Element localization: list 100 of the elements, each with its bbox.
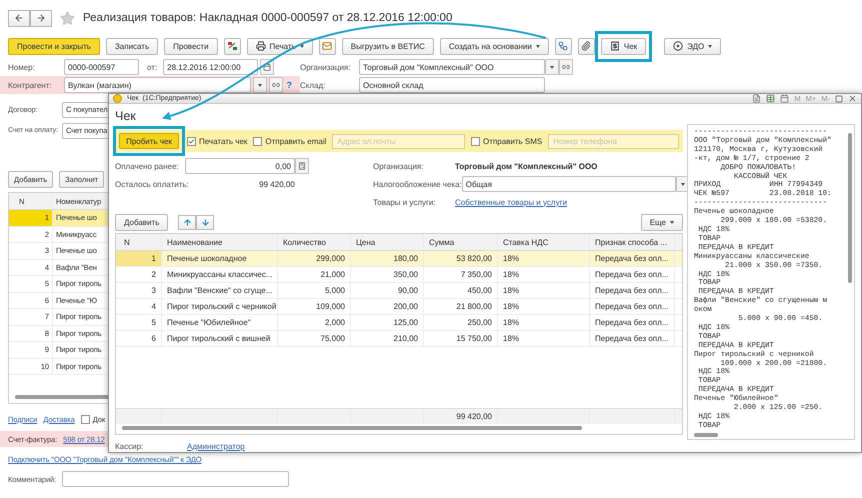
table-cell: 15 750,00 [424,331,498,346]
checkbox[interactable] [80,414,90,424]
paperclip-icon[interactable] [578,38,595,54]
table-row[interactable]: 4 Пирог тирольский с черникой 109,000 200,00 21 800,00 18% Передача без опл... [116,299,682,315]
field-label: Осталось оплатить: [115,180,189,188]
table-cell: Миникруассаны классичес... [162,267,278,282]
table-cell: 125,00 [351,315,424,330]
paid-field[interactable]: 0,00 [185,158,295,174]
table-cell: 210,00 [351,331,424,346]
toolbar-button[interactable]: Создать на основании [440,38,549,54]
total-cell: 99 420,00 [424,409,498,424]
dropdown-button[interactable] [545,59,559,75]
toolbar-button[interactable]: ЭДО [664,38,722,54]
column-header: Признак способа ... [590,234,675,250]
checkbox[interactable] [471,136,480,146]
table-cell: 75,000 [278,331,351,346]
caret-icon [550,66,554,68]
table-cell: 18% [498,315,590,330]
comment-field[interactable] [62,471,289,487]
cashier-link[interactable]: Администратор [187,442,245,450]
toolbar-button[interactable]: Провести [164,38,218,54]
checkbox[interactable] [253,136,262,146]
calendar-icon[interactable] [780,94,790,103]
date-field[interactable]: 28.12.2016 12:00:00 [163,59,258,75]
table-row[interactable]: 6 Пирог тирольский с вишней 75,000 210,00 15 750,00 18% Передача без опл... [116,331,682,347]
forward-button[interactable] [30,10,52,26]
arrow-up-icon [182,218,192,226]
table-row[interactable]: 5 Печенье "Юбилейное" 2,000 125,00 250,00 18% Передача без опл... [116,315,682,331]
open-link-button[interactable] [268,77,282,93]
toolbar-button[interactable]: Записать [106,38,158,54]
checkbox[interactable] [187,136,196,146]
column-header: Ставка НДС [498,234,590,250]
column-header: N [116,234,162,250]
table-cell: 7 350,00 [424,267,498,282]
field-label: Кассир: [115,442,144,450]
table-row[interactable]: 2 Миникруассаны классичес... 21,000 350,00 7 350,00 18% Передача без опл... [116,267,682,283]
calculator-button[interactable] [295,158,309,174]
table-cell: 5 [116,315,162,330]
disc-icon [673,41,684,51]
field-label: Налогообложение чека: [373,180,462,188]
close-icon[interactable] [848,94,857,103]
link-icon [272,81,280,89]
help-link[interactable]: ? [286,80,292,90]
column-header: Наименование [162,234,278,250]
table-cell: 18% [498,331,590,346]
print-receipt-button[interactable]: Пробить чек [119,133,179,149]
field-label: Товары и услуги: [373,198,437,206]
table-cell: Передача без опл... [590,299,675,314]
table-cell: 1 [116,251,162,266]
star-icon[interactable] [60,10,75,26]
table-cell: Пирог тирольский с вишней [162,331,278,346]
table-cell: Передача без опл... [590,283,675,298]
move-down-button[interactable] [196,214,214,230]
table-cell: 18% [498,251,590,266]
add-button[interactable]: Добавить [115,214,168,230]
table-cell: 299,000 [278,251,351,266]
mail-icon[interactable] [318,38,336,54]
toolbar-button[interactable]: Выгрузить в ВЕТИС [342,38,434,54]
field-label: Организация: [300,62,352,72]
calculator-icon [298,162,306,170]
more-button[interactable]: Еще [640,214,683,230]
table-cell: Пирог тирольский с черникой [162,299,278,314]
dropdown-button[interactable] [252,77,267,93]
table-cell: 350,00 [351,267,424,282]
checkbox-label: Отправить email [265,136,326,146]
table-row[interactable]: 1 Печенье шоколадное 299,000 180,00 53 820,00 18% Передача без опл... [116,251,682,267]
checkbox-label: Отправить SMS [483,136,542,146]
back-button[interactable] [8,10,30,26]
toolbar-button[interactable]: Чек [600,38,646,54]
document-icon[interactable] [752,94,762,103]
ledger-icon[interactable] [224,38,241,54]
table-row[interactable]: 3 Вафли "Венские" со сгуще... 5,000 90,00 450,00 18% Передача без опл... [116,283,682,299]
organization-field[interactable]: Торговый дом "Комплексный" ООО [359,59,545,75]
open-link-button[interactable] [559,59,573,75]
workflow-icon[interactable] [554,38,572,54]
counterparty-field[interactable]: Вулкан (магазин) [64,77,251,93]
table-cell: 109,000 [278,299,351,314]
field-label: Склад: [300,80,326,90]
taxation-field[interactable]: Общая [462,176,676,192]
table-cell: Печенье шоколадное [162,251,278,266]
table-cell: 18% [498,299,590,314]
table-cell: 6 [116,331,162,346]
table-cell: Передача без опл... [590,251,675,266]
table-cell: 450,00 [424,283,498,298]
table-icon[interactable] [766,94,776,103]
table-cell: Печенье "Юбилейное" [162,315,278,330]
post-and-close-button[interactable]: Провести и закрыть [8,38,100,54]
table-cell: 250,00 [424,315,498,330]
number-field[interactable]: 0000-000597 [64,59,139,75]
checkbox-label: Печатать чек [199,136,248,146]
table-cell: 2 [116,267,162,282]
field-label: Номер: [8,62,36,72]
table-cell: 200,00 [351,299,424,314]
column-header: Сумма [424,234,498,250]
warehouse-field[interactable]: Основной склад [359,77,545,93]
move-up-button[interactable] [178,214,196,230]
maximize-icon[interactable] [835,94,843,102]
table-cell: 3 [116,283,162,298]
goods-link[interactable]: Собственные товары и услуги [455,198,567,206]
column-header: Цена [351,234,424,250]
